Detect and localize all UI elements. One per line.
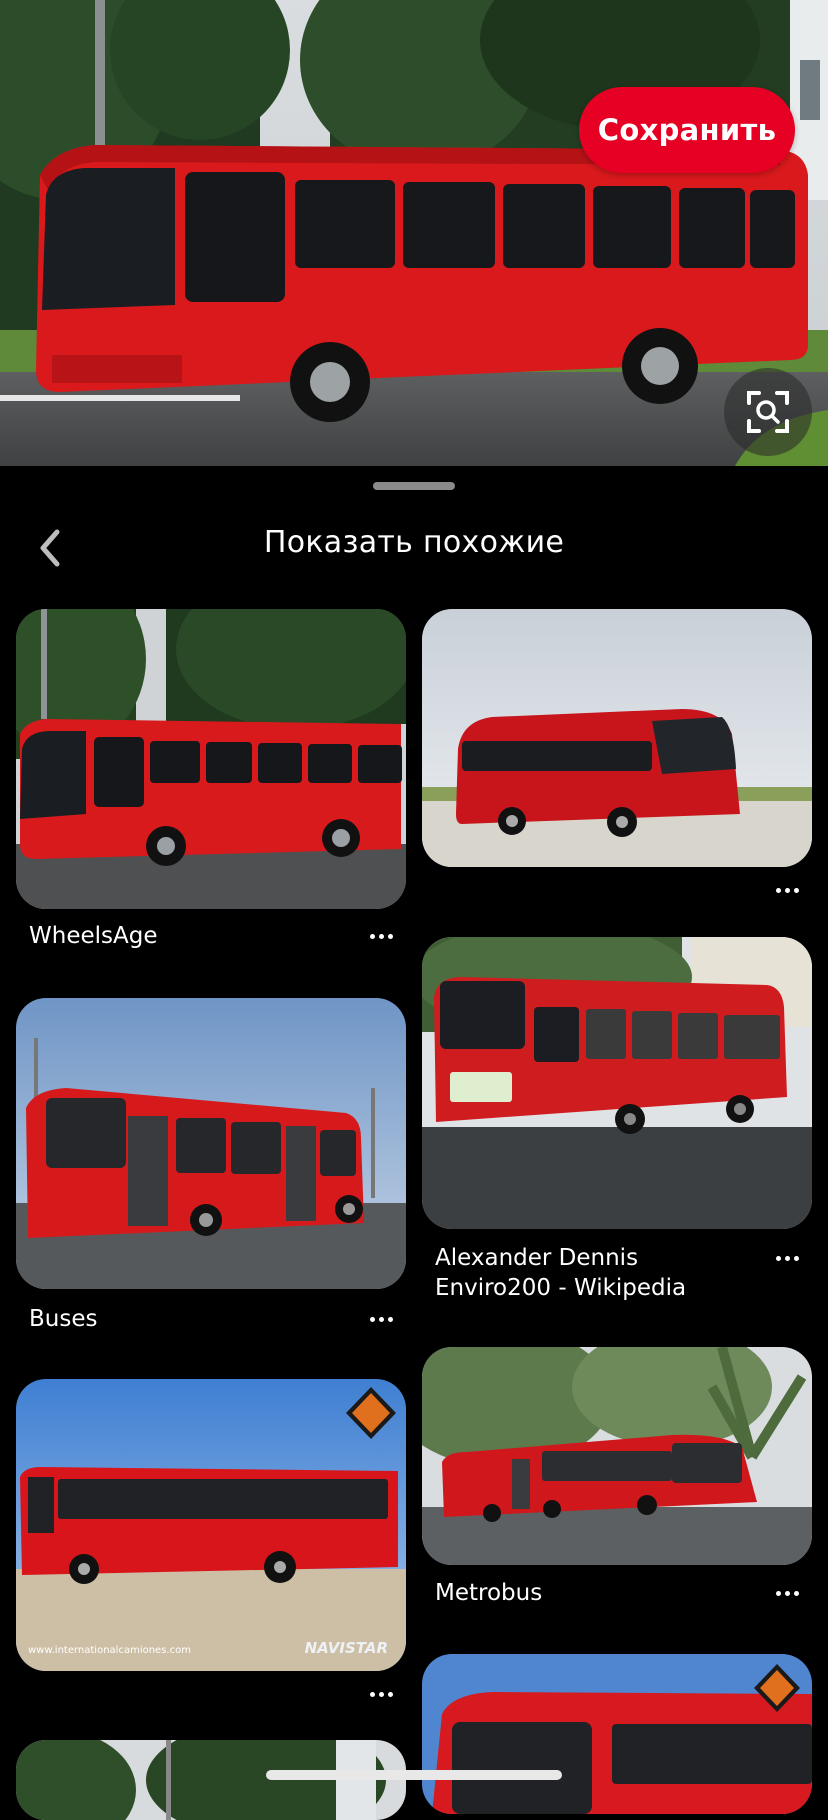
red-bus-photo bbox=[16, 609, 406, 909]
pin-more-button[interactable] bbox=[361, 1679, 401, 1709]
red-bus-photo bbox=[0, 0, 828, 466]
pin-image[interactable] bbox=[16, 998, 406, 1289]
pin-title[interactable]: Buses bbox=[29, 1304, 329, 1334]
red-articulated-bus-photo bbox=[422, 1347, 812, 1565]
red-bus-photo bbox=[422, 937, 812, 1229]
pin-card[interactable]: Metrobus bbox=[422, 1347, 812, 1617]
more-dots-icon bbox=[369, 1691, 393, 1697]
pin-more-button[interactable] bbox=[361, 1304, 401, 1334]
more-dots-icon bbox=[369, 1316, 393, 1322]
trees-photo bbox=[16, 1740, 406, 1820]
pin-card[interactable]: WheelsAge bbox=[16, 609, 406, 954]
sheet-grab-handle[interactable] bbox=[373, 482, 455, 490]
pin-image[interactable] bbox=[16, 609, 406, 909]
red-coach-photo bbox=[422, 609, 812, 867]
pin-card[interactable]: www.internationalcamiones.com NAVISTAR bbox=[16, 1379, 406, 1709]
more-dots-icon bbox=[775, 1255, 799, 1261]
pin-closeup-image[interactable]: Сохранить bbox=[0, 0, 828, 466]
page-title: Показать похожие bbox=[263, 525, 565, 560]
brand-text: NAVISTAR bbox=[304, 1639, 388, 1657]
pin-more-button[interactable] bbox=[767, 1578, 807, 1608]
pin-image[interactable] bbox=[422, 1654, 812, 1814]
pin-card[interactable] bbox=[422, 609, 812, 914]
home-indicator[interactable] bbox=[266, 1770, 562, 1780]
more-dots-icon bbox=[775, 1590, 799, 1596]
pin-title[interactable]: WheelsAge bbox=[29, 921, 329, 951]
pin-image[interactable] bbox=[422, 1347, 812, 1565]
pin-more-button[interactable] bbox=[361, 921, 401, 951]
red-bus-front-photo bbox=[422, 1654, 812, 1814]
pin-card[interactable] bbox=[16, 1740, 406, 1820]
pin-image[interactable] bbox=[16, 1740, 406, 1820]
more-dots-icon bbox=[369, 933, 393, 939]
visual-search-button[interactable] bbox=[724, 368, 812, 456]
pin-title[interactable]: Metrobus bbox=[435, 1578, 735, 1608]
lens-search-icon bbox=[747, 391, 789, 433]
pin-card[interactable]: Buses bbox=[16, 998, 406, 1333]
save-button[interactable]: Сохранить bbox=[579, 87, 795, 173]
pin-image[interactable] bbox=[422, 609, 812, 867]
pin-image[interactable] bbox=[422, 937, 812, 1229]
pin-more-button[interactable] bbox=[767, 875, 807, 905]
watermark-text: www.internationalcamiones.com bbox=[28, 1645, 191, 1656]
pin-image[interactable]: www.internationalcamiones.com NAVISTAR bbox=[16, 1379, 406, 1671]
pin-card[interactable]: Alexander Dennis Enviro200 - Wikipedia bbox=[422, 937, 812, 1301]
more-dots-icon bbox=[775, 887, 799, 893]
red-bus-navistar-photo bbox=[16, 1379, 406, 1671]
red-double-door-bus-photo bbox=[16, 998, 406, 1289]
pin-title[interactable]: Alexander Dennis Enviro200 - Wikipedia bbox=[435, 1243, 755, 1303]
pin-more-button[interactable] bbox=[767, 1243, 807, 1273]
